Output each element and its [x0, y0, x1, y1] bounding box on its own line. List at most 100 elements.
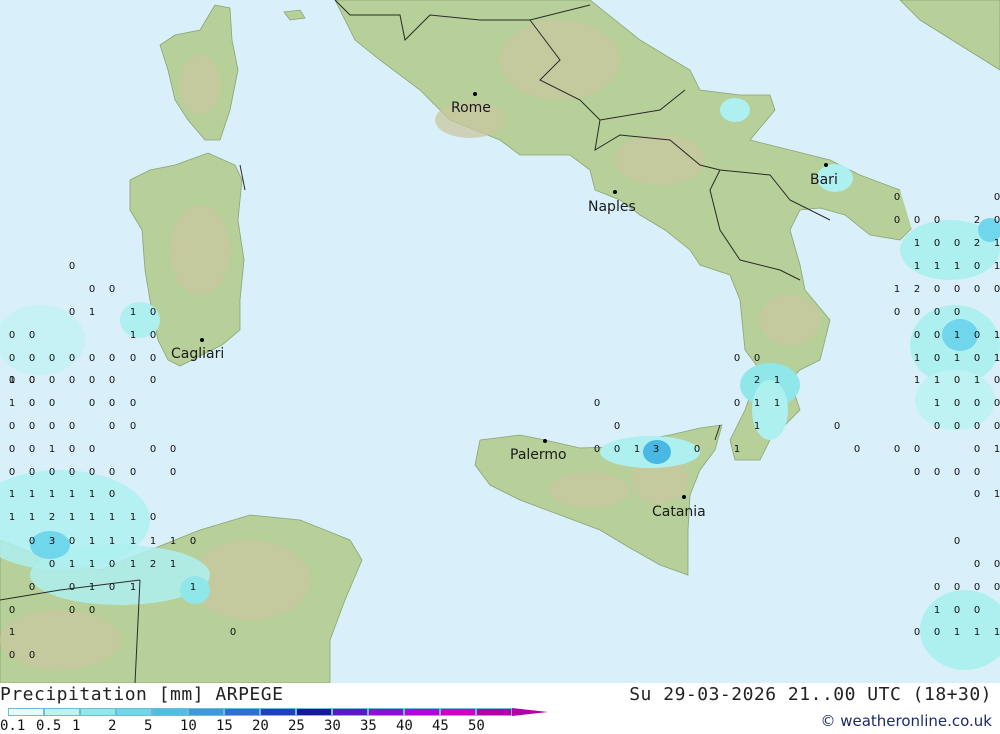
legend-label: 10: [180, 718, 197, 734]
precip-value: 0: [954, 536, 960, 547]
legend-swatch: [404, 708, 440, 716]
precip-value: 0: [994, 215, 1000, 226]
precip-value: 1: [9, 512, 15, 523]
precip-value: 0: [130, 467, 136, 478]
precip-value: 0: [29, 536, 35, 547]
precip-value: 0: [894, 192, 900, 203]
precip-value: 1: [190, 582, 196, 593]
precip-value: 0: [9, 467, 15, 478]
precip-value: 0: [9, 650, 15, 661]
legend-swatch: [8, 708, 44, 716]
precip-value: 0: [69, 261, 75, 272]
precip-value: 0: [29, 650, 35, 661]
precip-value: 0: [109, 284, 115, 295]
precip-value: 2: [49, 512, 55, 523]
legend-label: 15: [216, 718, 233, 734]
precip-value: 0: [29, 330, 35, 341]
precip-value: 0: [974, 582, 980, 593]
legend-swatch: [296, 708, 332, 716]
legend-swatch: [80, 708, 116, 716]
precip-value: 0: [894, 307, 900, 318]
precip-value: 1: [49, 444, 55, 455]
legend-label: 1: [72, 718, 81, 734]
precip-value: 0: [954, 284, 960, 295]
precip-value: 0: [9, 330, 15, 341]
precip-value: 1: [954, 330, 960, 341]
precip-value: 0: [954, 582, 960, 593]
precip-value: 1: [69, 559, 75, 570]
precip-value: 1: [9, 627, 15, 638]
precip-value: 1: [934, 398, 940, 409]
precip-value: 1: [954, 261, 960, 272]
precip-value: 1: [934, 261, 940, 272]
precip-value: 1: [914, 353, 920, 364]
legend-label: 40: [396, 718, 413, 734]
precip-value: 0: [854, 444, 860, 455]
precip-value: 0: [69, 467, 75, 478]
precip-value: 1: [954, 627, 960, 638]
precip-value: 0: [69, 536, 75, 547]
city-label-rome: Rome: [451, 100, 491, 116]
valid-time[interactable]: Su 29-03-2026 21..00 UTC (18+30): [629, 684, 992, 705]
legend-swatch: [440, 708, 476, 716]
precip-value: 0: [734, 398, 740, 409]
precip-value: 1: [754, 398, 760, 409]
precip-value: 0: [954, 467, 960, 478]
precip-value: 1: [734, 444, 740, 455]
precip-value: 0: [49, 375, 55, 386]
precip-value: 0: [974, 559, 980, 570]
legend-label: 35: [360, 718, 377, 734]
precip-value: 0: [9, 444, 15, 455]
precip-value: 0: [974, 353, 980, 364]
precip-value: 0: [29, 421, 35, 432]
precip-value: 0: [89, 398, 95, 409]
legend-label: 0.1: [0, 718, 26, 734]
precip-value: 1: [89, 512, 95, 523]
precip-value: 1: [89, 307, 95, 318]
legend-label: 5: [144, 718, 153, 734]
precip-value: 0: [130, 353, 136, 364]
precip-value: 0: [934, 467, 940, 478]
precip-value: 0: [89, 467, 95, 478]
precip-value: 0: [9, 353, 15, 364]
precip-value: 0: [994, 582, 1000, 593]
map-footer: Precipitation [mm] ARPEGE Su 29-03-2026 …: [0, 683, 1000, 734]
precip-value: 0: [934, 330, 940, 341]
precip-value: 0: [994, 284, 1000, 295]
precip-value: 0: [69, 444, 75, 455]
city-label-catania: Catania: [652, 504, 706, 520]
precip-value: 1: [894, 284, 900, 295]
precip-value: 0: [69, 307, 75, 318]
precip-value: 1: [994, 444, 1000, 455]
precip-value: 0: [89, 353, 95, 364]
site-credit-link[interactable]: © weatheronline.co.uk: [820, 712, 992, 730]
precip-value: 1: [934, 375, 940, 386]
precip-value: 0: [994, 192, 1000, 203]
legend-label: 45: [432, 718, 449, 734]
legend-label: 20: [252, 718, 269, 734]
precip-value: 1: [29, 489, 35, 500]
precip-value: 0: [974, 284, 980, 295]
precip-value: 0: [150, 330, 156, 341]
precip-value: 0: [834, 421, 840, 432]
precip-value: 0: [49, 353, 55, 364]
precip-value: 0: [89, 375, 95, 386]
precip-value: 1: [914, 261, 920, 272]
precip-value: 0: [29, 582, 35, 593]
legend-label: 25: [288, 718, 305, 734]
precip-value: 0: [754, 353, 760, 364]
precip-value: 0: [69, 375, 75, 386]
precip-value: 0: [974, 444, 980, 455]
precip-value: 2: [974, 238, 980, 249]
precip-value: 0: [594, 398, 600, 409]
precip-value: 0: [49, 398, 55, 409]
precip-value: 0: [109, 582, 115, 593]
precip-value: 0: [614, 444, 620, 455]
precip-value: 1: [934, 605, 940, 616]
precip-value: 0: [29, 444, 35, 455]
precip-value: 0: [694, 444, 700, 455]
precip-value: 0: [974, 261, 980, 272]
weather-map: Rome Naples Bari Cagliari Palermo Catani…: [0, 0, 1000, 683]
precip-value: 0: [954, 238, 960, 249]
precip-value: 0: [109, 375, 115, 386]
